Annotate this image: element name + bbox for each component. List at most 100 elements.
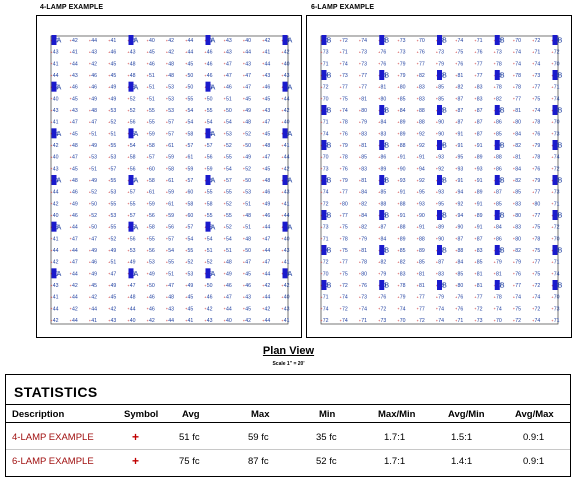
calc-point-value: 77 <box>342 85 348 91</box>
col-header-avg-max: Avg/Max <box>515 409 554 420</box>
grid-drawing: +70+72+74+71+73+70+72+74+71+73+70+72+74+… <box>320 35 563 325</box>
calc-point-value: 44 <box>265 61 271 67</box>
calc-point-value: 87 <box>477 236 483 242</box>
luminaire-label: B <box>327 73 332 80</box>
calc-point-value: 77 <box>342 260 348 266</box>
calc-point-value: 44 <box>226 306 232 312</box>
calc-point-value: 79 <box>515 260 521 266</box>
calc-point-value: 56 <box>149 248 155 254</box>
calc-point-value: 81 <box>381 85 387 91</box>
calc-point-value: 42 <box>284 283 290 289</box>
calc-point-value: 54 <box>188 108 194 114</box>
calc-point-value: 83 <box>419 96 425 102</box>
calc-point-value: 40 <box>130 318 136 324</box>
calc-point-value: 91 <box>458 178 464 184</box>
calc-point-value: 74 <box>515 61 521 67</box>
calc-point-value: 70 <box>515 38 521 44</box>
calc-point-value: 79 <box>496 260 502 266</box>
calc-point-value: 70 <box>554 120 560 126</box>
calc-point-value: 72 <box>342 306 348 312</box>
stat-min: 35 fc <box>316 432 337 443</box>
luminaire-label: B <box>384 213 389 220</box>
calc-point-value: 71 <box>342 50 348 56</box>
calc-point-value: 87 <box>458 120 464 126</box>
calc-point-value: 40 <box>284 120 290 126</box>
stat-symbol-marker: + <box>132 430 140 444</box>
calc-point-value: 86 <box>496 120 502 126</box>
calc-point-value: 76 <box>458 306 464 312</box>
luminaire-label: A <box>288 178 293 185</box>
calc-point-value: 41 <box>72 50 78 56</box>
calc-point-value: 73 <box>477 318 483 324</box>
calc-point-value: 42 <box>284 50 290 56</box>
calc-point-value: 78 <box>361 260 367 266</box>
calc-point-value: 59 <box>168 190 174 196</box>
calc-point-value: 44 <box>72 225 78 231</box>
calc-point-value: 55 <box>168 260 174 266</box>
calc-point-value: 50 <box>149 283 155 289</box>
calc-point-value: 50 <box>207 283 213 289</box>
calc-point-value: 71 <box>323 61 329 67</box>
calc-point-value: 61 <box>188 155 194 161</box>
calc-point-value: 42 <box>284 108 290 114</box>
calc-point-value: 88 <box>419 108 425 114</box>
calc-point-value: 41 <box>284 260 290 266</box>
col-header-max: Max <box>251 409 270 420</box>
calc-point-value: 78 <box>496 295 502 301</box>
calc-point-value: 42 <box>284 166 290 172</box>
calc-point-value: 75 <box>535 248 541 254</box>
calc-point-value: 58 <box>149 178 155 184</box>
calc-point-value: 44 <box>72 248 78 254</box>
calc-point-value: 49 <box>91 271 97 277</box>
calc-point-value: 75 <box>535 225 541 231</box>
lighting-grid-4-lamp: +40+42+44+41+43+40+42+44+41+43+40+42+44+… <box>36 15 302 338</box>
calc-point-value: 45 <box>188 306 194 312</box>
calc-point-value: 55 <box>111 225 117 231</box>
calc-point-value: 91 <box>458 143 464 149</box>
calc-point-value: 92 <box>419 143 425 149</box>
calc-point-value: 56 <box>130 166 136 172</box>
calc-point-value: 89 <box>477 190 483 196</box>
calc-point-value: 47 <box>265 155 271 161</box>
luminaire-label: B <box>327 248 332 255</box>
luminaire-label: B <box>384 108 389 115</box>
calc-point-value: 57 <box>207 143 213 149</box>
calc-point-value: 42 <box>72 283 78 289</box>
calc-point-value: 55 <box>207 213 213 219</box>
stat-avg-min: 1.4:1 <box>451 456 473 467</box>
calc-point-value: 44 <box>53 73 59 79</box>
calc-point-value: 44 <box>265 318 271 324</box>
calc-point-value: 44 <box>265 271 271 277</box>
stat-min: 52 fc <box>316 456 337 467</box>
calc-point-value: 42 <box>245 318 251 324</box>
stat-description: 4-LAMP EXAMPLE <box>12 432 94 443</box>
calc-point-value: 74 <box>496 306 502 312</box>
calc-point-value: 47 <box>245 73 251 79</box>
calc-point-value: 44 <box>265 225 271 231</box>
luminaire-label: A <box>288 224 293 231</box>
calc-point-value: 46 <box>207 295 213 301</box>
calc-point-value: 46 <box>226 283 232 289</box>
calc-point-value: 41 <box>188 318 194 324</box>
stat-avg: 51 fc <box>179 432 200 443</box>
divider <box>6 449 570 450</box>
luminaire-label: A <box>57 84 62 91</box>
calc-point-value: 72 <box>419 318 425 324</box>
calc-point-value: 59 <box>207 166 213 172</box>
calc-point-value: 73 <box>400 38 406 44</box>
calc-point-value: 42 <box>53 318 59 324</box>
luminaire-label: A <box>57 38 62 45</box>
calc-point-value: 74 <box>323 306 329 312</box>
calc-point-value: 46 <box>91 73 97 79</box>
calc-point-value: 93 <box>438 190 444 196</box>
stat-symbol-marker: + <box>132 454 140 468</box>
calc-point-value: 53 <box>111 190 117 196</box>
calc-point-value: 58 <box>188 201 194 207</box>
calc-point-value: 55 <box>226 155 232 161</box>
calc-point-value: 72 <box>554 50 560 56</box>
calc-point-value: 76 <box>361 283 367 289</box>
calc-point-value: 55 <box>226 213 232 219</box>
calc-point-value: 40 <box>245 38 251 44</box>
calc-point-value: 90 <box>419 213 425 219</box>
calc-point-value: 43 <box>168 306 174 312</box>
